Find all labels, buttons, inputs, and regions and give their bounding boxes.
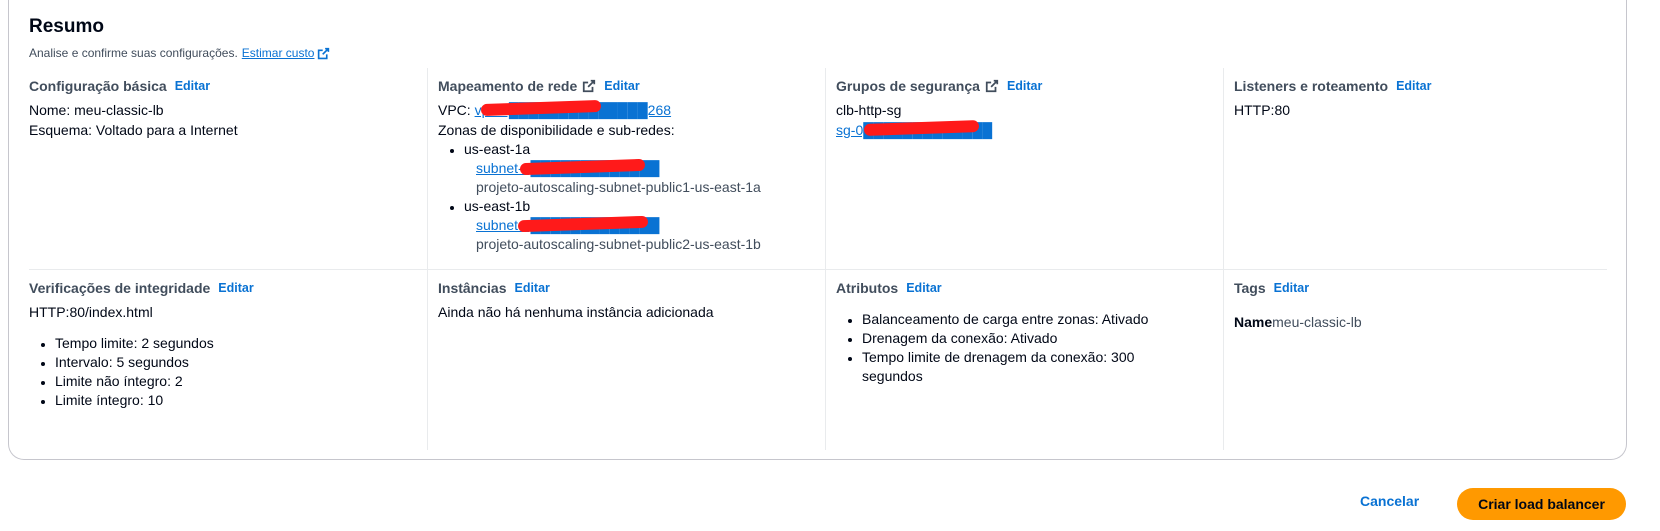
zones-list: us-east-1a — [438, 140, 815, 159]
instances-empty-text: Ainda não há nenhuma instância adicionad… — [438, 304, 714, 320]
create-load-balancer-button[interactable]: Criar load balancer — [1457, 488, 1626, 520]
summary-row-2: Verificações de integridade Editar HTTP:… — [29, 270, 1607, 450]
external-link-icon[interactable] — [985, 79, 999, 93]
network-mapping-section: Mapeamento de rede Editar VPC: vpc-0████… — [427, 68, 825, 269]
basic-config-header: Configuração básica Editar — [29, 76, 417, 96]
health-checks-edit-link[interactable]: Editar — [218, 281, 253, 295]
instances-header: Instâncias Editar — [438, 278, 815, 298]
tag-value: meu-classic-lb — [1272, 314, 1362, 330]
network-mapping-heading: Mapeamento de rede — [438, 78, 578, 94]
cancel-button[interactable]: Cancelar — [1360, 493, 1419, 509]
subnet-1b-name: projeto-autoscaling-subnet-public2-us-ea… — [476, 236, 761, 252]
attributes-header: Atributos Editar — [836, 278, 1213, 298]
tags-section: Tags Editar Namemeu-classic-lb — [1223, 270, 1607, 450]
zone-item-1b: us-east-1b — [464, 197, 815, 216]
subnet-1a-name: projeto-autoscaling-subnet-public1-us-ea… — [476, 179, 761, 195]
tags-edit-link[interactable]: Editar — [1274, 281, 1309, 295]
security-groups-edit-link[interactable]: Editar — [1007, 79, 1042, 93]
summary-subtitle-text: Analise e confirme suas configurações. — [29, 46, 238, 60]
listeners-header: Listeners e roteamento Editar — [1234, 76, 1597, 96]
health-checks-section: Verificações de integridade Editar HTTP:… — [29, 270, 427, 450]
zones-label: Zonas de disponibilidade e sub-redes: — [438, 122, 675, 138]
attribute-item: Balanceamento de carga entre zonas: Ativ… — [862, 310, 1162, 329]
security-groups-heading: Grupos de segurança — [836, 78, 980, 94]
external-link-icon[interactable] — [582, 79, 596, 93]
tags-header: Tags Editar — [1234, 278, 1597, 298]
estimate-cost-link[interactable]: Estimar custo — [242, 46, 331, 60]
health-checks-heading: Verificações de integridade — [29, 280, 211, 296]
attributes-edit-link[interactable]: Editar — [906, 281, 941, 295]
security-groups-header: Grupos de segurança Editar — [836, 76, 1213, 96]
health-check-list: Tempo limite: 2 segundos Intervalo: 5 se… — [29, 334, 417, 410]
summary-title: Resumo — [29, 16, 104, 37]
summary-panel: Resumo Analise e confirme suas configura… — [8, 0, 1627, 460]
estimate-cost-label: Estimar custo — [241, 46, 315, 60]
lb-scheme: Esquema: Voltado para a Internet — [29, 122, 238, 138]
network-mapping-edit-link[interactable]: Editar — [604, 79, 639, 93]
zone-item-1a: us-east-1a — [464, 140, 815, 159]
security-group-name: clb-http-sg — [836, 102, 902, 118]
subnet-1a-link-row: subnet-0█████████████ — [438, 158, 815, 178]
summary-subtitle: Analise e confirme suas configurações. E… — [29, 46, 330, 60]
zones-list-2: us-east-1b — [438, 197, 815, 216]
listeners-section: Listeners e roteamento Editar HTTP:80 — [1223, 68, 1607, 269]
basic-config-heading: Configuração básica — [29, 78, 167, 94]
health-check-item: Limite íntegro: 10 — [55, 391, 417, 410]
summary-row-1: Configuração básica Editar Nome: meu-cla… — [29, 68, 1607, 270]
vpc-line: VPC: vpc-0██████████████268 — [438, 99, 815, 120]
attributes-list: Balanceamento de carga entre zonas: Ativ… — [836, 310, 1162, 386]
security-groups-section: Grupos de segurança Editar clb-http-sg s… — [825, 68, 1223, 269]
network-mapping-header: Mapeamento de rede Editar — [438, 76, 815, 96]
attribute-item: Tempo limite de drenagem da conexão: 300… — [862, 348, 1162, 386]
instances-edit-link[interactable]: Editar — [514, 281, 549, 295]
vpc-label: VPC: — [438, 102, 471, 118]
health-checks-header: Verificações de integridade Editar — [29, 278, 417, 298]
attributes-heading: Atributos — [836, 280, 899, 296]
security-group-link-row: sg-0█████████████ — [836, 119, 1213, 140]
tag-key: Name — [1234, 314, 1273, 330]
health-check-item: Limite não íntegro: 2 — [55, 372, 417, 391]
tag-entry: Namemeu-classic-lb — [1234, 314, 1597, 330]
external-link-icon — [317, 47, 330, 60]
lb-name: Nome: meu-classic-lb — [29, 102, 164, 118]
subnet-1b-link-row: subnet-0█████████████ — [438, 215, 815, 235]
health-check-item: Tempo limite: 2 segundos — [55, 334, 417, 353]
listeners-edit-link[interactable]: Editar — [1396, 79, 1431, 93]
attribute-item: Drenagem da conexão: Ativado — [862, 329, 1162, 348]
health-check-item: Intervalo: 5 segundos — [55, 353, 417, 372]
health-check-path: HTTP:80/index.html — [29, 304, 153, 320]
instances-section: Instâncias Editar Ainda não há nenhuma i… — [427, 270, 825, 450]
attributes-section: Atributos Editar Balanceamento de carga … — [825, 270, 1223, 450]
basic-config-edit-link[interactable]: Editar — [175, 79, 210, 93]
tags-heading: Tags — [1234, 280, 1266, 296]
instances-heading: Instâncias — [438, 280, 507, 296]
listener-value: HTTP:80 — [1234, 102, 1291, 118]
basic-config-section: Configuração básica Editar Nome: meu-cla… — [29, 68, 427, 269]
listeners-heading: Listeners e roteamento — [1234, 78, 1389, 94]
